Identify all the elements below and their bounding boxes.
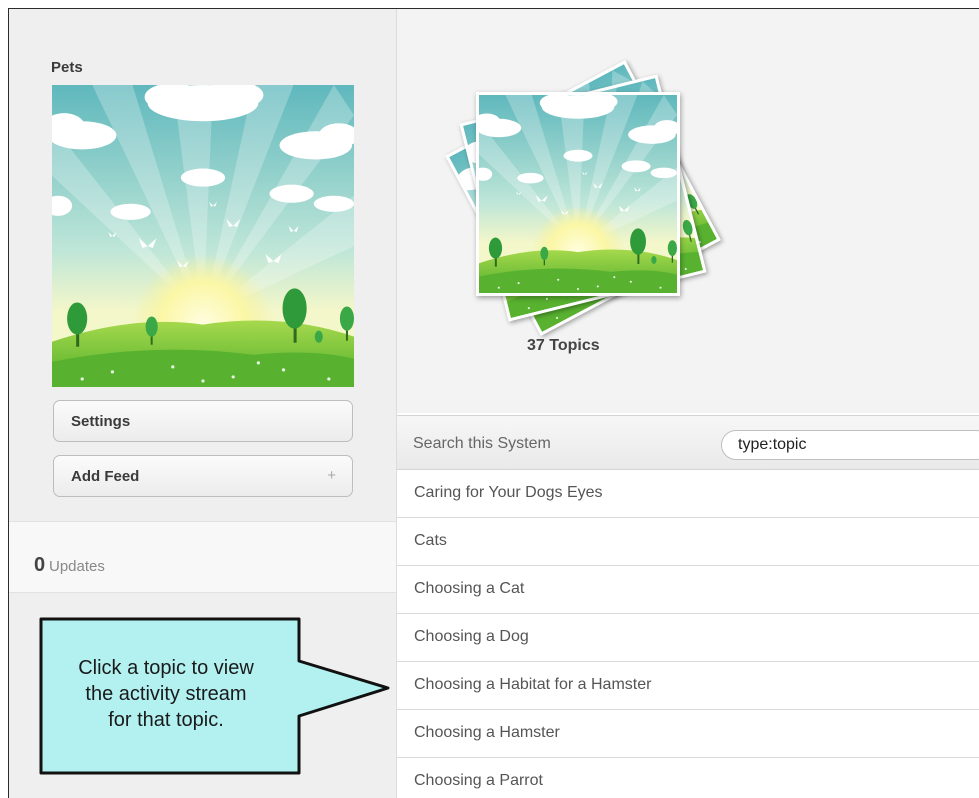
- topic-row-label: Choosing a Parrot: [414, 772, 543, 789]
- topic-row-label: Choosing a Cat: [414, 580, 525, 597]
- topic-row[interactable]: Cats: [397, 518, 979, 566]
- topics-count-label[interactable]: 37 Topics: [527, 337, 600, 355]
- updates-label: Updates: [49, 558, 105, 575]
- stack-card-front: [476, 92, 680, 296]
- callout-line: Click a topic to view: [78, 657, 254, 679]
- topic-row-label: Caring for Your Dogs Eyes: [414, 484, 603, 501]
- system-title: Pets: [51, 59, 83, 76]
- add-feed-button-label: Add Feed: [71, 468, 140, 485]
- topics-list: Caring for Your Dogs Eyes Cats Choosing …: [397, 470, 979, 798]
- search-input[interactable]: [721, 430, 979, 460]
- topic-row-label: Choosing a Habitat for a Hamster: [414, 676, 652, 693]
- topic-row[interactable]: Choosing a Parrot: [397, 758, 979, 798]
- callout-line: for that topic.: [108, 709, 224, 731]
- topic-row[interactable]: Caring for Your Dogs Eyes: [397, 470, 979, 518]
- topic-row[interactable]: Choosing a Hamster: [397, 710, 979, 758]
- add-feed-button[interactable]: Add Feed +: [53, 455, 353, 497]
- topic-row-label: Choosing a Hamster: [414, 724, 560, 741]
- updates-panel: 0 Updates: [9, 521, 396, 593]
- topic-row-label: Choosing a Dog: [414, 628, 529, 645]
- topic-row[interactable]: Choosing a Cat: [397, 566, 979, 614]
- callout-line: the activity stream: [85, 683, 247, 705]
- topics-banner: 37 Topics: [397, 9, 979, 413]
- settings-button-label: Settings: [71, 413, 131, 430]
- system-image: [52, 85, 354, 387]
- main-panel: 37 Topics Search this System Caring for …: [397, 9, 979, 798]
- topic-row[interactable]: Choosing a Habitat for a Hamster: [397, 662, 979, 710]
- settings-button[interactable]: Settings: [53, 400, 353, 442]
- topics-stack[interactable]: [445, 60, 725, 336]
- search-label: Search this System: [413, 435, 551, 452]
- search-bar: Search this System: [397, 415, 979, 470]
- callout-text: Click a topic to view the activity strea…: [40, 655, 292, 733]
- plus-icon: +: [327, 467, 336, 484]
- topic-row[interactable]: Choosing a Dog: [397, 614, 979, 662]
- topic-row-label: Cats: [414, 532, 447, 549]
- updates-count: 0: [34, 554, 46, 576]
